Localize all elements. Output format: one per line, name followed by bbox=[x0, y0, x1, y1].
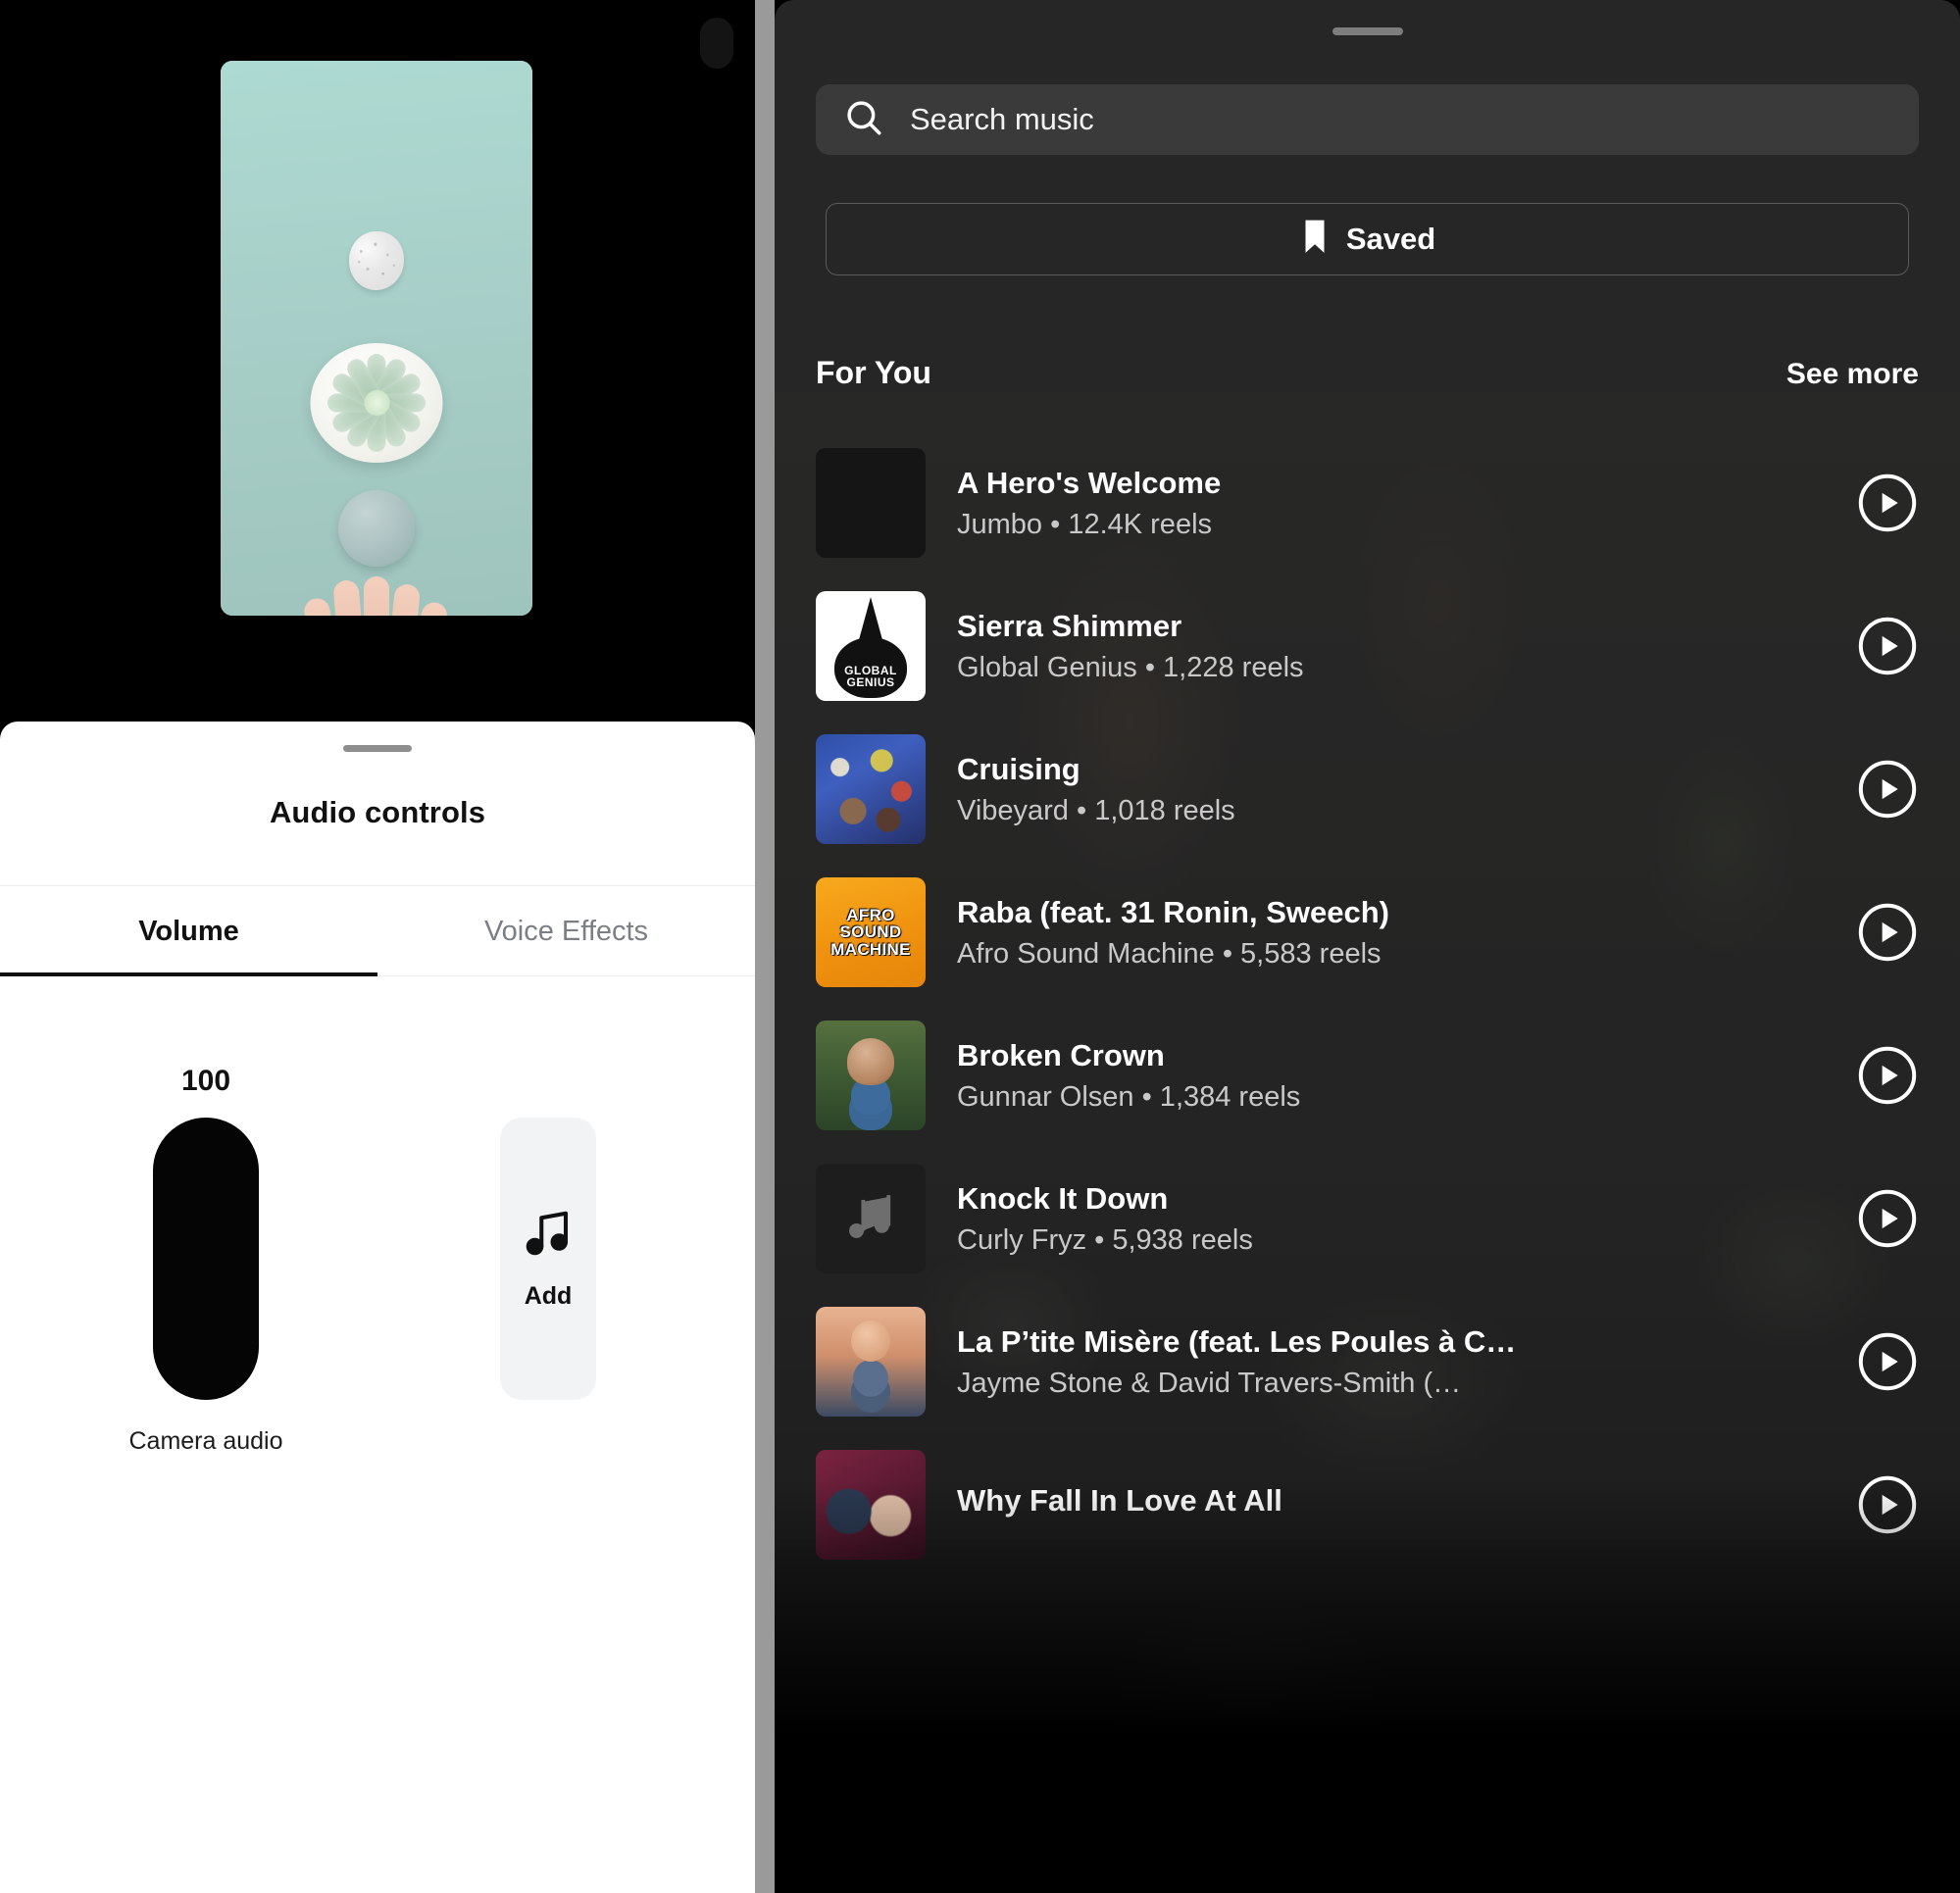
volume-slider-fill bbox=[153, 1118, 259, 1400]
album-art-text-line3: MACHINE bbox=[830, 939, 911, 959]
left-phone-screen: Audio controls Volume Voice Effects 100 … bbox=[0, 0, 755, 1893]
track-title: Why Fall In Love At All bbox=[957, 1483, 1282, 1518]
album-art-text-line2: SOUND bbox=[839, 922, 902, 942]
phone-frame-divider bbox=[755, 0, 775, 1893]
track-title: Knock It Down bbox=[957, 1180, 1169, 1216]
table-row[interactable]: AFRO SOUND MACHINE Raba (feat. 31 Ronin,… bbox=[775, 861, 1960, 1004]
table-row[interactable]: Cruising Vibeyard • 1,018 reels bbox=[775, 718, 1960, 861]
album-art-text-line1: AFRO bbox=[846, 906, 895, 924]
table-row[interactable]: Knock It Down Curly Fryz • 5,938 reels bbox=[775, 1147, 1960, 1290]
track-subtitle: Jayme Stone & David Travers-Smith (… bbox=[957, 1367, 1462, 1399]
tab-volume[interactable]: Volume bbox=[0, 886, 377, 976]
track-info: Knock It Down Curly Fryz • 5,938 reels bbox=[957, 1181, 1825, 1257]
track-title: La P’tite Misère (feat. Les Poules à C… bbox=[957, 1323, 1517, 1359]
volume-slider[interactable] bbox=[153, 1118, 259, 1400]
track-info: A Hero's Welcome Jumbo • 12.4K reels bbox=[957, 466, 1825, 541]
track-info: Raba (feat. 31 Ronin, Sweech) Afro Sound… bbox=[957, 895, 1825, 971]
table-row[interactable]: A Hero's Welcome Jumbo • 12.4K reels bbox=[775, 431, 1960, 574]
play-circle-icon[interactable] bbox=[1856, 472, 1919, 534]
album-art-thumbnail bbox=[816, 448, 926, 558]
section-title: For You bbox=[816, 355, 931, 390]
track-title: A Hero's Welcome bbox=[957, 465, 1222, 500]
album-art-thumbnail bbox=[816, 1307, 926, 1417]
play-circle-icon[interactable] bbox=[1856, 1187, 1919, 1250]
track-subtitle: Gunnar Olsen • 1,384 reels bbox=[957, 1080, 1301, 1113]
see-more-link[interactable]: See more bbox=[1786, 358, 1919, 391]
track-info: Sierra Shimmer Global Genius • 1,228 ree… bbox=[957, 609, 1825, 684]
table-row[interactable]: La P’tite Misère (feat. Les Poules à C… … bbox=[775, 1290, 1960, 1433]
camera-notch bbox=[700, 18, 733, 69]
drag-handle-icon[interactable] bbox=[343, 745, 412, 752]
add-audio-label: Add bbox=[524, 1282, 573, 1310]
video-preview[interactable] bbox=[221, 61, 532, 616]
volume-panel: 100 Camera audio Add bbox=[0, 976, 755, 1525]
play-circle-icon[interactable] bbox=[1856, 1044, 1919, 1107]
search-icon bbox=[843, 97, 884, 143]
album-art-thumbnail: AFRO SOUND MACHINE bbox=[816, 877, 926, 987]
music-picker-sheet: Search music Saved For You See more A He… bbox=[775, 0, 1960, 1893]
audio-tabs: Volume Voice Effects bbox=[0, 885, 755, 976]
bookmark-icon bbox=[1299, 219, 1331, 261]
search-music-field[interactable]: Search music bbox=[816, 84, 1919, 155]
audio-controls-sheet: Audio controls Volume Voice Effects 100 … bbox=[0, 722, 755, 1893]
table-row[interactable]: Why Fall In Love At All bbox=[775, 1433, 1960, 1576]
track-title: Broken Crown bbox=[957, 1037, 1165, 1072]
music-note-icon bbox=[522, 1207, 575, 1265]
saved-button-label: Saved bbox=[1345, 222, 1436, 256]
album-art-text-line2: GENIUS bbox=[846, 675, 895, 690]
table-row[interactable]: Broken Crown Gunnar Olsen • 1,384 reels bbox=[775, 1004, 1960, 1147]
track-info: Why Fall In Love At All bbox=[957, 1483, 1825, 1526]
track-subtitle: Afro Sound Machine • 5,583 reels bbox=[957, 937, 1382, 970]
saved-button[interactable]: Saved bbox=[826, 203, 1909, 275]
tab-volume-label: Volume bbox=[138, 916, 239, 947]
sheet-title: Audio controls bbox=[269, 795, 486, 829]
play-circle-icon[interactable] bbox=[1856, 901, 1919, 964]
music-note-icon bbox=[840, 1186, 901, 1252]
hand bbox=[302, 539, 450, 616]
album-art-thumbnail bbox=[816, 1450, 926, 1560]
volume-value: 100 bbox=[180, 1065, 231, 1097]
succulent-plant bbox=[322, 352, 431, 454]
album-art-thumbnail bbox=[816, 1164, 926, 1273]
play-circle-icon[interactable] bbox=[1856, 758, 1919, 821]
track-subtitle: Global Genius • 1,228 reels bbox=[957, 651, 1304, 683]
track-title: Raba (feat. 31 Ronin, Sweech) bbox=[957, 894, 1389, 929]
play-circle-icon[interactable] bbox=[1856, 1330, 1919, 1393]
tab-voice-effects[interactable]: Voice Effects bbox=[377, 886, 755, 975]
for-you-section-header: For You See more bbox=[816, 355, 1919, 391]
right-phone-screen: Search music Saved For You See more A He… bbox=[775, 0, 1960, 1893]
track-title: Sierra Shimmer bbox=[957, 608, 1182, 643]
table-row[interactable]: GLOBAL GENIUS Sierra Shimmer Global Geni… bbox=[775, 574, 1960, 718]
track-info: Broken Crown Gunnar Olsen • 1,384 reels bbox=[957, 1038, 1825, 1114]
track-list: A Hero's Welcome Jumbo • 12.4K reels GLO… bbox=[775, 431, 1960, 1893]
track-title: Cruising bbox=[957, 751, 1081, 786]
album-art-thumbnail: GLOBAL GENIUS bbox=[816, 591, 926, 701]
add-audio-button[interactable]: Add bbox=[500, 1118, 596, 1400]
succulent-pot bbox=[310, 343, 443, 463]
track-subtitle: Jumbo • 12.4K reels bbox=[957, 508, 1213, 540]
play-circle-icon[interactable] bbox=[1856, 1473, 1919, 1536]
track-subtitle: Curly Fryz • 5,938 reels bbox=[957, 1223, 1253, 1256]
album-art-thumbnail bbox=[816, 1021, 926, 1130]
speckled-stone bbox=[349, 231, 404, 290]
drag-handle-icon[interactable] bbox=[1332, 27, 1403, 35]
screen-root: Audio controls Volume Voice Effects 100 … bbox=[0, 0, 1960, 1893]
track-info: La P’tite Misère (feat. Les Poules à C… … bbox=[957, 1324, 1825, 1400]
track-info: Cruising Vibeyard • 1,018 reels bbox=[957, 752, 1825, 827]
volume-track-label: Camera audio bbox=[128, 1427, 283, 1455]
track-subtitle: Vibeyard • 1,018 reels bbox=[957, 794, 1235, 826]
tab-voice-effects-label: Voice Effects bbox=[483, 916, 649, 947]
search-input-placeholder: Search music bbox=[910, 102, 1094, 136]
play-circle-icon[interactable] bbox=[1856, 615, 1919, 677]
album-art-thumbnail bbox=[816, 734, 926, 844]
